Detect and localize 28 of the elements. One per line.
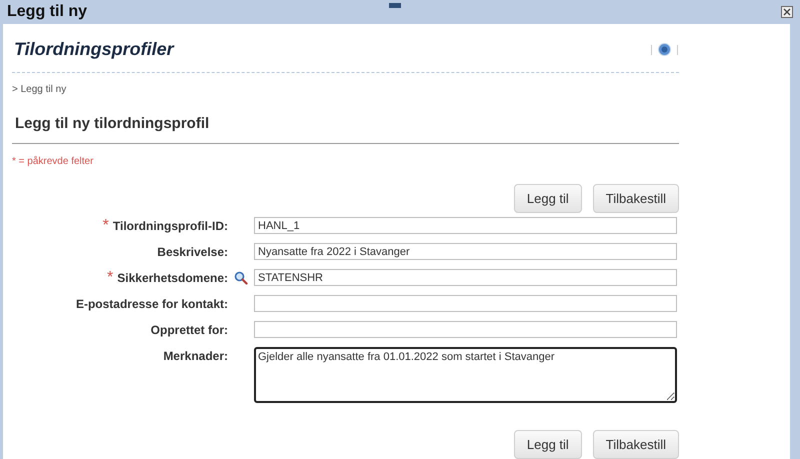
section-heading: Legg til ny tilordningsprofil [14, 115, 210, 132]
search-icon[interactable] [234, 270, 248, 284]
field-label: Opprettet for: [150, 322, 228, 338]
field-label: E-postadresse for kontakt: [76, 296, 228, 312]
field-label: Merknader: [163, 348, 228, 364]
close-button[interactable] [781, 6, 793, 18]
minimize-handle[interactable] [389, 3, 401, 8]
form-button[interactable]: Legg til [514, 430, 582, 459]
breadcrumb: > Legg til ny [12, 83, 68, 97]
text-field[interactable]: STATENSHR [254, 269, 677, 286]
required-asterisk: * [107, 268, 114, 288]
required-asterisk: * [102, 216, 109, 236]
form-button[interactable]: Tilbakestill [592, 184, 679, 213]
form-button[interactable]: Legg til [514, 184, 582, 213]
required-note: * = påkrevde felter [12, 155, 94, 169]
help-icon[interactable] [658, 43, 671, 56]
text-field[interactable]: HANL_1 [254, 217, 677, 234]
field-label: Beskrivelse: [157, 244, 228, 260]
notes-field[interactable]: Gjelder alle nyansatte fra 01.01.2022 som startet i Stavanger [254, 347, 677, 403]
field-label: Sikkerhetsdomene: [117, 270, 228, 286]
close-icon [783, 8, 791, 16]
text-field[interactable]: Nyansatte fra 2022 i Stavanger [254, 243, 677, 260]
window-title: Legg til ny [7, 2, 87, 22]
text-field[interactable] [254, 321, 677, 338]
page-title: Tilordningsprofiler [13, 38, 174, 61]
text-field[interactable] [254, 295, 677, 312]
form-button[interactable]: Tilbakestill [592, 430, 679, 459]
field-label: Tilordningsprofil-ID: [112, 218, 228, 234]
